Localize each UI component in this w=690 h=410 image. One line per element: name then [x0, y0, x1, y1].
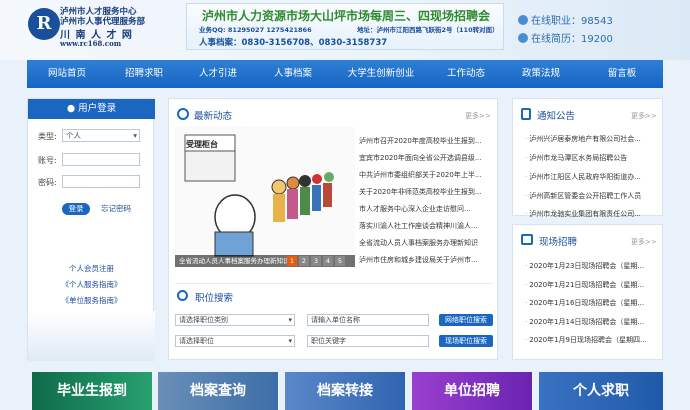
banner[interactable]: 泸州市人力资源市场大山坪市场每周三、四现场招聘会 业务QQ: 81295027 …: [186, 3, 504, 50]
unit-name-input[interactable]: 请输入单位名称: [307, 314, 429, 326]
search-icon: [177, 290, 188, 301]
onsite-item[interactable]: 2020年1月21日现场招聘会（星期...: [525, 280, 661, 290]
chevron-down-icon: ▾: [133, 131, 137, 140]
slide-page-2[interactable]: 2: [299, 256, 309, 266]
tile-personal-job[interactable]: 个人求职: [539, 372, 663, 410]
site-header: R 泸州市人才服务中心 泸州市人事代理服务部 川 南 人 才 网 www.rc1…: [0, 0, 690, 60]
notice-item[interactable]: 泸州市江阳区人民政府华阳街道办...: [525, 172, 661, 182]
monitor-icon: [521, 234, 533, 245]
document-icon: [521, 108, 531, 120]
login-decoration: [28, 311, 155, 361]
onsite-title: 现场招聘: [539, 237, 578, 248]
nav-startup[interactable]: 大学生创新创业: [331, 60, 431, 88]
slide-page-5[interactable]: 5: [335, 256, 345, 266]
chevron-down-icon: ▾: [288, 337, 292, 345]
stat-online-resumes: 在线简历：19200: [518, 30, 613, 45]
banner-qq: 业务QQ: 81295027 1275421866: [199, 26, 312, 34]
notice-title: 通知公告: [537, 111, 576, 122]
banner-address: 地址：泸州市江阳西路飞跃街2号（110转对面）: [357, 26, 499, 34]
notice-item[interactable]: 泸州兴泸居泰房地产有限公司社会...: [525, 134, 661, 144]
notice-panel: 通知公告 更多>> 泸州兴泸居泰房地产有限公司社会... 泸州市龙马潭区水务局招…: [512, 98, 663, 219]
banner-tel: 人事档案：0830-3156708、0830-3158737: [199, 38, 388, 48]
logo-url: www.rc168.com: [60, 39, 122, 48]
nav-recruit[interactable]: 招聘求职: [107, 60, 181, 88]
slide-page-1[interactable]: 1: [287, 256, 297, 266]
tile-graduate-report[interactable]: 毕业生报到: [32, 372, 152, 410]
stat-online-resumes-text: 在线简历：19200: [531, 34, 613, 45]
register-link[interactable]: 个人会员注册: [28, 263, 155, 274]
job-category-value: 请选择职位类别: [179, 316, 228, 324]
site-logo-icon[interactable]: R: [28, 8, 60, 40]
type-label: 类型:: [38, 132, 57, 141]
onsite-item[interactable]: 2020年1月9日现场招聘会（星期四...: [525, 335, 661, 345]
notice-more-link[interactable]: 更多>>: [631, 111, 657, 121]
notice-item[interactable]: 泸州市龙驰实业集团有限责任公司...: [525, 209, 661, 219]
nav-news[interactable]: 工作动态: [431, 60, 501, 88]
slide-page-3[interactable]: 3: [311, 256, 321, 266]
personal-guide-link[interactable]: 《个人服务指南》: [28, 279, 155, 290]
divider: [175, 283, 493, 284]
news-slideshow[interactable]: 受理柜台 全省流动人员人事档案服务办理新知识 1 2 3 4 5: [175, 127, 355, 267]
onsite-job-search-button[interactable]: 现场职位搜索: [439, 335, 493, 347]
document-icon: [518, 33, 528, 43]
nav-talent[interactable]: 人才引进: [181, 60, 255, 88]
login-panel: ● 用户登录 类型: 个人 ▾ 账号: 密码: 登录 忘记密码 个人会员注册 《个…: [27, 98, 155, 361]
banner-title: 泸州市人力资源市场大山坪市场每周三、四现场招聘会: [201, 9, 490, 23]
onsite-more-link[interactable]: 更多>>: [631, 237, 657, 247]
onsite-recruit-panel: 现场招聘 更多>> 2020年1月23日现场招聘会（星期... 2020年1月2…: [512, 224, 663, 360]
news-item[interactable]: 中共泸州市委组织部关于2020年上半...: [359, 170, 495, 180]
nav-home[interactable]: 网站首页: [27, 60, 107, 88]
news-title: 最新动态: [194, 111, 233, 122]
slide-page-4[interactable]: 4: [323, 256, 333, 266]
news-item[interactable]: 全省流动人员人事档案服务办理新知识: [359, 238, 495, 248]
login-button[interactable]: 登录: [62, 203, 90, 215]
clock-icon: [177, 108, 189, 120]
account-input[interactable]: [62, 153, 140, 166]
type-select-value: 个人: [66, 131, 81, 140]
type-select[interactable]: 个人 ▾: [62, 129, 140, 142]
news-panel: 最新动态 更多>> 受理柜台 全省流动人员人事档案服务办理新知识 1 2 3 4…: [168, 98, 498, 360]
job-search-title: 职位搜索: [195, 293, 234, 304]
user-icon: ●: [66, 103, 79, 114]
job-category-select[interactable]: 请选择职位类别 ▾: [175, 314, 295, 326]
nav-guestbook[interactable]: 留言板: [581, 60, 663, 88]
position-select-value: 请选择职位: [179, 337, 214, 345]
online-job-search-button[interactable]: 网络职位搜索: [439, 314, 493, 326]
news-item[interactable]: 落实川渝人社工作座谈会精神川渝人...: [359, 221, 495, 231]
news-item[interactable]: 关于2020年非师范类高校毕业生报到...: [359, 187, 495, 197]
stat-online-jobs-text: 在线职业：98543: [531, 16, 613, 27]
account-label: 账号:: [38, 156, 57, 165]
news-item[interactable]: 泸州市召开2020年度高校毕业生报到...: [359, 136, 495, 146]
counter-sign: 受理柜台: [186, 140, 218, 149]
forgot-password-link[interactable]: 忘记密码: [101, 203, 131, 214]
notice-item[interactable]: 泸州市龙马潭区水务局招聘公告: [525, 153, 661, 163]
news-item[interactable]: 宜宾市2020年面向全省公开选调县级...: [359, 153, 495, 163]
login-title: 用户登录: [78, 103, 117, 114]
news-item[interactable]: 市人才服务中心深入企业走访慰问...: [359, 204, 495, 214]
chevron-down-icon: ▾: [288, 316, 292, 324]
onsite-item[interactable]: 2020年1月23日现场招聘会（星期...: [525, 261, 661, 271]
tile-archive-transfer[interactable]: 档案转接: [285, 372, 405, 410]
password-input[interactable]: [62, 175, 140, 188]
position-select[interactable]: 请选择职位 ▾: [175, 335, 295, 347]
tile-unit-recruit[interactable]: 单位招聘: [412, 372, 532, 410]
keyword-input[interactable]: 职位关键字: [307, 335, 429, 347]
tile-archive-query[interactable]: 档案查询: [158, 372, 278, 410]
stat-online-jobs: 在线职业：98543: [518, 12, 613, 27]
nav-archives[interactable]: 人事档案: [255, 60, 331, 88]
password-label: 密码:: [38, 178, 57, 187]
main-nav: 网站首页 招聘求职 人才引进 人事档案 大学生创新创业 工作动态 政策法规 留言…: [27, 60, 663, 88]
person-icon: [518, 15, 528, 25]
unit-guide-link[interactable]: 《单位服务指南》: [28, 295, 155, 306]
onsite-item[interactable]: 2020年1月16日现场招聘会（星期...: [525, 298, 661, 308]
login-header: ● 用户登录: [28, 99, 155, 119]
news-item[interactable]: 泸州市住房和城乡建设局关于泸州市...: [359, 255, 495, 265]
notice-item[interactable]: 泸州高新区管委会公开招聘工作人员: [525, 191, 661, 201]
news-more-link[interactable]: 更多>>: [465, 111, 491, 121]
onsite-item[interactable]: 2020年1月14日现场招聘会（星期...: [525, 317, 661, 327]
nav-policy[interactable]: 政策法规: [501, 60, 581, 88]
